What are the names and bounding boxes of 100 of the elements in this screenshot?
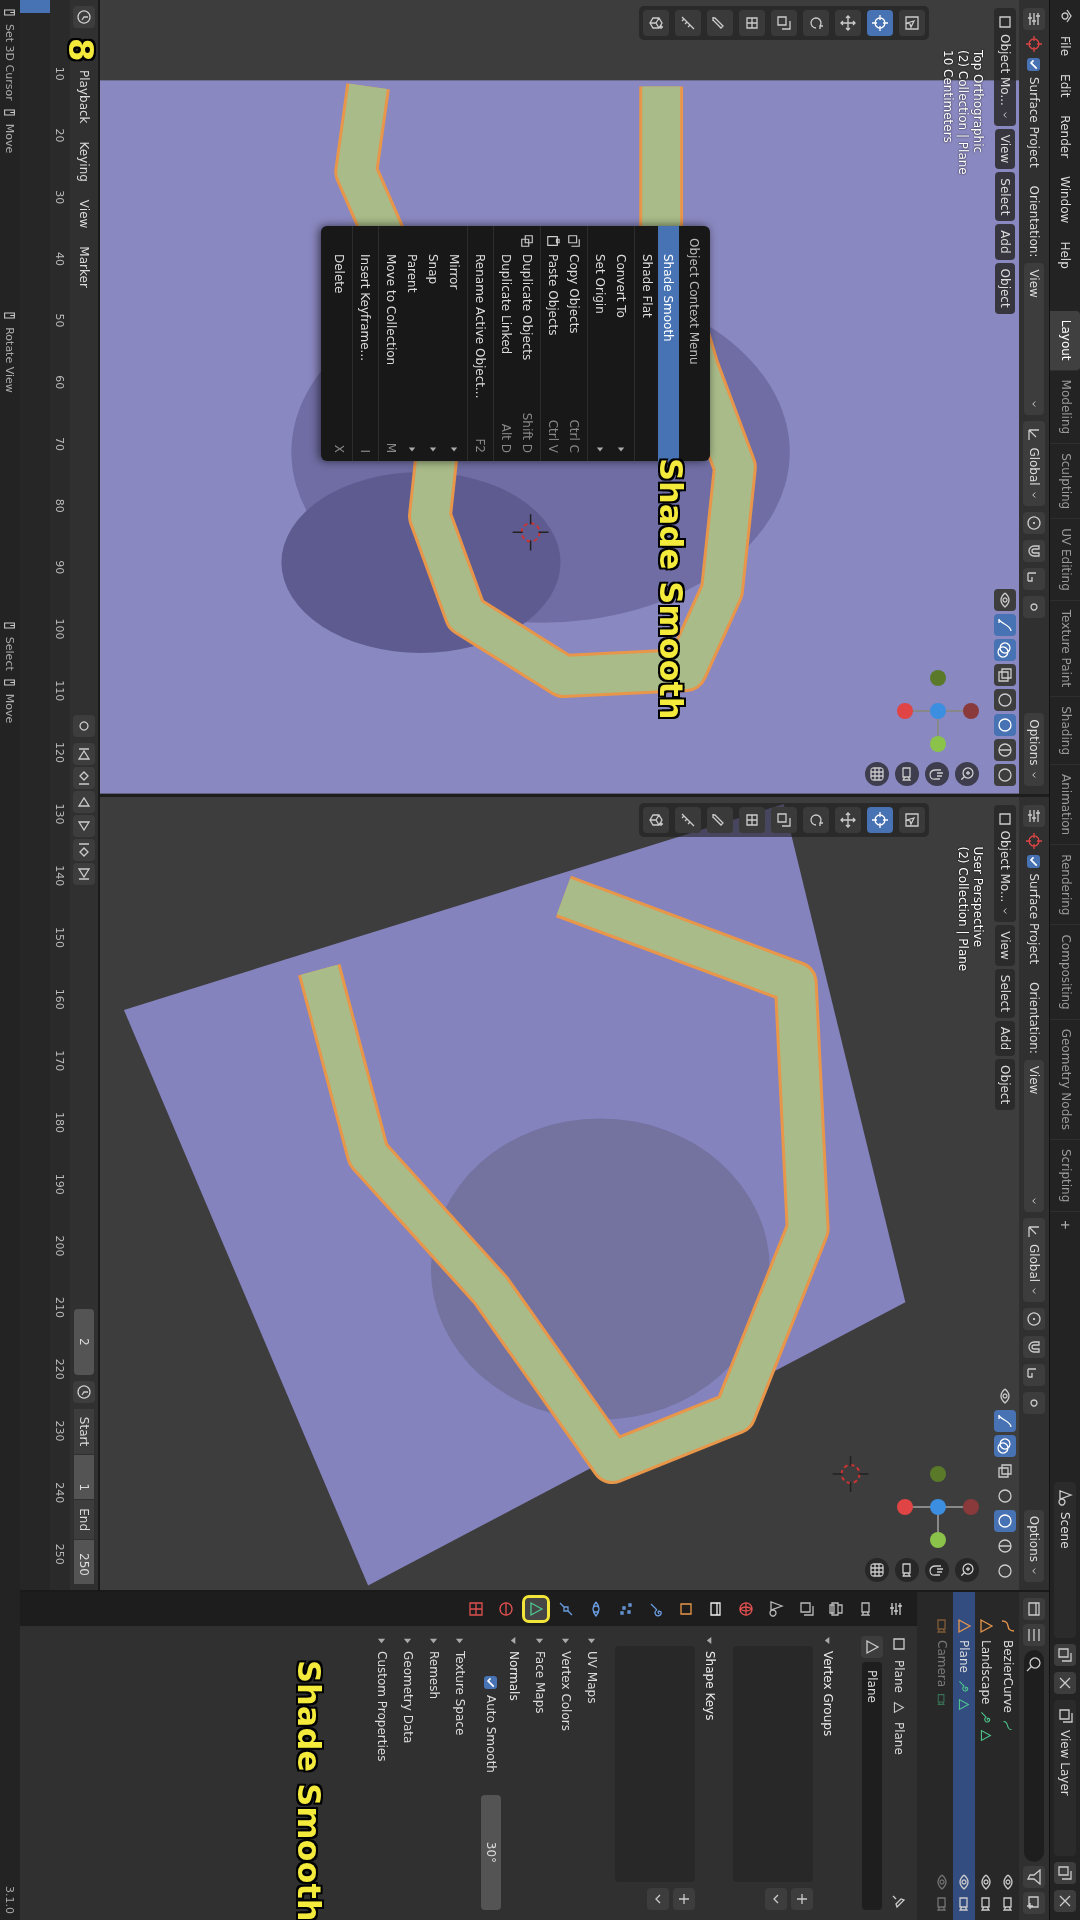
transform-orientation-dropdown[interactable]: Global bbox=[1023, 1217, 1045, 1303]
move-icon[interactable] bbox=[835, 806, 861, 833]
add-workspace-button[interactable]: + bbox=[1050, 1212, 1080, 1238]
menu-item[interactable]: Render bbox=[1055, 109, 1075, 165]
rendered-shading-icon[interactable] bbox=[994, 763, 1016, 786]
annotate-icon[interactable] bbox=[707, 10, 733, 36]
mesh-icon[interactable] bbox=[861, 1636, 883, 1658]
header-menu[interactable]: Object bbox=[995, 262, 1015, 314]
measure-icon[interactable] bbox=[675, 10, 701, 36]
mesh-name-field[interactable]: Plane bbox=[862, 1662, 882, 1910]
menu-item[interactable]: Duplicate Objects Shift D bbox=[517, 226, 538, 461]
copy-layer-icon[interactable] bbox=[1054, 1862, 1076, 1884]
panel-header[interactable]: Face Maps bbox=[529, 1636, 551, 1910]
menu-item[interactable]: Convert To bbox=[611, 226, 632, 461]
workspace-tab[interactable]: Texture Paint bbox=[1050, 600, 1080, 698]
scale-icon[interactable] bbox=[771, 806, 797, 833]
eye-icon[interactable] bbox=[1000, 1874, 1016, 1890]
orientation-dropdown[interactable]: View bbox=[1024, 263, 1044, 416]
overlay-icon[interactable] bbox=[994, 1435, 1016, 1457]
menu-item[interactable]: Move to Collection M bbox=[381, 226, 402, 461]
menu-item[interactable]: Parent bbox=[402, 226, 423, 461]
menu-item[interactable]: Insert Keyframe... I bbox=[355, 226, 376, 461]
timeline-menu[interactable]: Marker bbox=[75, 242, 93, 292]
outliner-row[interactable]: BezierCurve bbox=[997, 1592, 1019, 1920]
end-frame-field[interactable]: 250 bbox=[74, 1540, 94, 1584]
header-menu[interactable]: Select bbox=[995, 172, 1015, 222]
editor-type-icon[interactable] bbox=[1023, 1598, 1045, 1620]
timeline-menu[interactable]: View bbox=[75, 195, 93, 233]
panel-header[interactable]: Geometry Data bbox=[397, 1636, 419, 1910]
eye-icon[interactable] bbox=[978, 1874, 994, 1890]
close-icon[interactable] bbox=[1054, 1672, 1076, 1694]
visibility-icon[interactable] bbox=[994, 588, 1016, 611]
scene-selector[interactable]: Scene bbox=[1054, 1482, 1076, 1638]
angle-field[interactable]: 30° bbox=[481, 1795, 501, 1910]
close-icon[interactable] bbox=[1054, 1890, 1076, 1912]
add-icon[interactable] bbox=[673, 1888, 695, 1910]
menu-item[interactable]: Set Origin bbox=[590, 226, 611, 461]
options-dropdown[interactable]: Options bbox=[1024, 1509, 1044, 1582]
hand-icon[interactable] bbox=[925, 1558, 949, 1582]
menu-item[interactable]: Paste Objects Ctrl V bbox=[543, 226, 564, 461]
menu-item[interactable]: Duplicate Linked Alt D bbox=[496, 226, 517, 461]
clock-icon[interactable] bbox=[73, 6, 95, 28]
add-cube-icon[interactable] bbox=[643, 806, 669, 833]
record-icon[interactable] bbox=[73, 715, 95, 738]
panel-header[interactable]: Texture Space bbox=[449, 1636, 471, 1910]
workspace-tab[interactable]: Geometry Nodes bbox=[1050, 1019, 1080, 1140]
rotate-icon[interactable] bbox=[803, 10, 829, 36]
stopwatch-icon[interactable] bbox=[73, 1380, 95, 1403]
workspace-tab[interactable]: Rendering bbox=[1050, 845, 1080, 926]
gizmo-icon[interactable] bbox=[994, 613, 1016, 636]
select-box-icon[interactable] bbox=[899, 806, 925, 833]
current-frame-field[interactable]: 2 bbox=[74, 1308, 94, 1375]
panel-header[interactable]: Custom Properties bbox=[371, 1636, 393, 1910]
header-menu[interactable]: Add bbox=[995, 224, 1015, 260]
menu-item[interactable]: Help bbox=[1055, 235, 1075, 275]
chevron-icon[interactable] bbox=[647, 1888, 669, 1910]
menu-item[interactable]: Delete X bbox=[329, 226, 350, 461]
display-mode-icon[interactable] bbox=[1023, 1624, 1045, 1646]
key-next-icon[interactable] bbox=[73, 839, 95, 862]
add-cube-icon[interactable] bbox=[643, 10, 669, 36]
play-icon[interactable] bbox=[73, 815, 95, 838]
play-reverse-icon[interactable] bbox=[73, 791, 95, 814]
mesh-icon[interactable] bbox=[525, 1598, 547, 1620]
menu-item[interactable]: Edit bbox=[1055, 68, 1075, 104]
move-icon[interactable] bbox=[835, 10, 861, 36]
options-dropdown[interactable]: Options bbox=[1024, 713, 1044, 786]
add-icon[interactable] bbox=[791, 1888, 813, 1910]
magnet-icon[interactable] bbox=[1023, 1336, 1045, 1359]
menu-item[interactable]: File bbox=[1055, 30, 1075, 63]
search-field[interactable] bbox=[1024, 1650, 1044, 1862]
xray-icon[interactable] bbox=[994, 663, 1016, 686]
menu-item[interactable]: Rename Active Object... F2 bbox=[470, 226, 491, 461]
workspace-tab[interactable]: Modeling bbox=[1050, 370, 1080, 445]
header-menu[interactable]: Select bbox=[995, 968, 1015, 1018]
filter-icon[interactable] bbox=[1023, 1866, 1045, 1888]
cursor-icon[interactable] bbox=[867, 806, 893, 833]
tool-settings-icon[interactable] bbox=[1023, 8, 1045, 30]
menu-item[interactable]: Shade Flat bbox=[637, 226, 658, 461]
header-menu[interactable]: View bbox=[995, 925, 1015, 966]
panel-header[interactable]: Remesh bbox=[423, 1636, 445, 1910]
checkbox[interactable] bbox=[1027, 58, 1041, 71]
wireframe-shading-icon[interactable] bbox=[994, 688, 1016, 711]
checkbox-label[interactable]: Auto Smooth bbox=[484, 1695, 498, 1773]
zoom-icon[interactable] bbox=[955, 1558, 979, 1582]
orientation-dropdown[interactable]: View bbox=[1024, 1059, 1044, 1212]
header-menu[interactable]: View bbox=[995, 128, 1015, 170]
checkbox[interactable] bbox=[1027, 854, 1041, 868]
outliner-row[interactable]: Plane bbox=[953, 1592, 975, 1920]
jump-start-icon[interactable] bbox=[73, 743, 95, 766]
panel-header[interactable]: UV Maps bbox=[581, 1636, 603, 1910]
menu-item[interactable]: Mirror bbox=[444, 226, 465, 461]
pivot-icon[interactable] bbox=[1023, 1308, 1045, 1331]
view-layer-selector[interactable]: View Layer bbox=[1054, 1700, 1076, 1856]
timeline-menu[interactable]: Playback bbox=[75, 66, 93, 128]
tool-settings-icon[interactable] bbox=[1023, 804, 1045, 827]
menu-item[interactable]: Window bbox=[1055, 170, 1075, 230]
magnet-icon[interactable] bbox=[1023, 539, 1045, 562]
checkbox[interactable] bbox=[484, 1676, 498, 1689]
solid-shading-icon[interactable] bbox=[994, 713, 1016, 736]
start-frame-field[interactable]: 1 bbox=[74, 1455, 94, 1500]
